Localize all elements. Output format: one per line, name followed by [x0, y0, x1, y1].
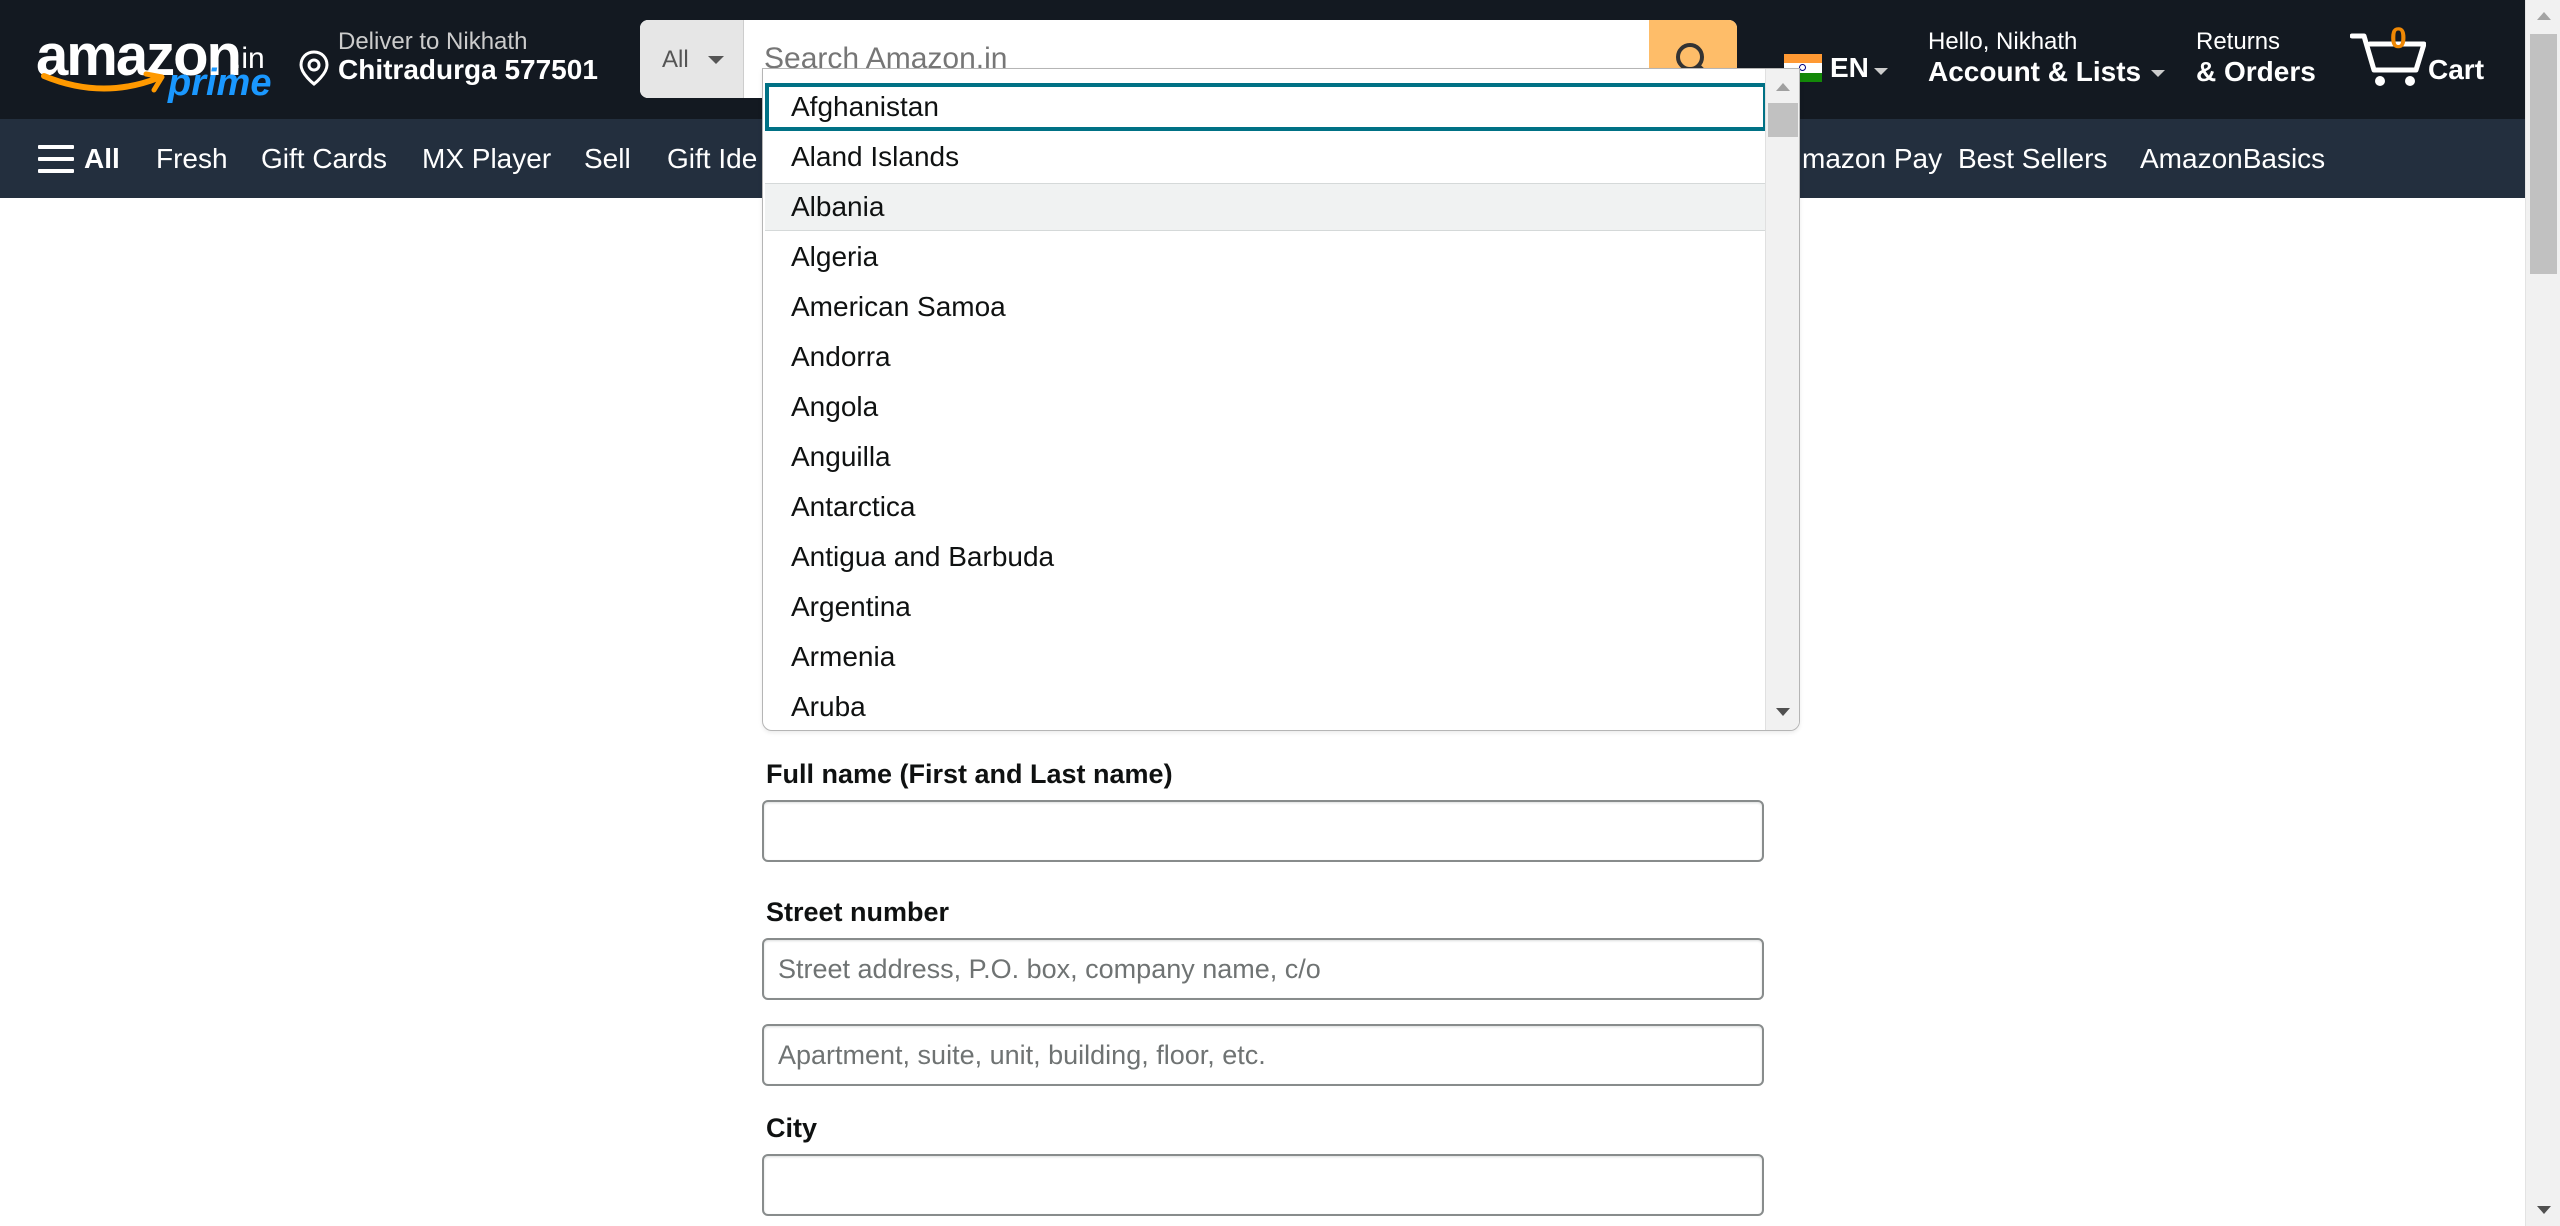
scroll-down-arrow-icon[interactable] — [2537, 1206, 2551, 1214]
amazon-prime-logo[interactable]: amazon .in prime — [34, 22, 271, 106]
account-greeting: Hello, Nikhath — [1928, 28, 2078, 55]
nav-item-mx-player[interactable]: MX Player — [422, 143, 551, 175]
country-option[interactable]: Argentina — [765, 583, 1767, 631]
full-name-field[interactable] — [762, 800, 1764, 862]
nav-item-sell[interactable]: Sell — [584, 143, 631, 175]
nav-item-amazon-pay[interactable]: mazon Pay — [1802, 143, 1942, 175]
account-label: Account & Lists — [1928, 56, 2142, 87]
language-code: EN — [1830, 52, 1869, 83]
dropdown-scrollbar[interactable] — [1765, 69, 1799, 730]
nav-item-fresh[interactable]: Fresh — [156, 143, 228, 175]
smile-arrow-icon — [41, 71, 165, 93]
city-label: City — [766, 1113, 818, 1143]
country-option[interactable]: Aland Islands — [765, 133, 1767, 181]
page-scrollbar-thumb[interactable] — [2530, 34, 2557, 274]
nav-item-amazonbasics[interactable]: AmazonBasics — [2140, 143, 2325, 175]
street-number-label: Street number — [766, 897, 950, 927]
chevron-down-icon — [708, 56, 724, 64]
chevron-down-icon — [2151, 70, 2166, 78]
country-option[interactable]: Albania — [765, 183, 1767, 231]
street-address-line2-field[interactable] — [762, 1024, 1764, 1086]
cart-button[interactable]: 0 Cart — [2350, 22, 2500, 92]
country-option[interactable]: Algeria — [765, 233, 1767, 281]
nav-item-gift-ideas[interactable]: Gift Ide — [667, 143, 757, 175]
returns-and-orders[interactable]: Returns & Orders — [2196, 28, 2316, 88]
country-option[interactable]: Antigua and Barbuda — [765, 533, 1767, 581]
orders-label: & Orders — [2196, 56, 2316, 87]
chevron-down-icon — [1874, 68, 1888, 75]
nav-item-best-sellers[interactable]: Best Sellers — [1958, 143, 2107, 175]
country-option[interactable]: American Samoa — [765, 283, 1767, 331]
cart-count: 0 — [2390, 22, 2407, 55]
country-option[interactable]: Aruba — [765, 683, 1767, 730]
hamburger-menu-icon — [38, 145, 74, 173]
location-pin-icon — [299, 50, 329, 86]
logo-prime: prime — [168, 62, 272, 104]
cart-label: Cart — [2428, 54, 2485, 85]
nav-item-gift-cards[interactable]: Gift Cards — [261, 143, 387, 175]
country-option[interactable]: Antarctica — [765, 483, 1767, 531]
scroll-down-arrow-icon[interactable] — [1776, 708, 1790, 716]
deliver-to-label: Deliver to Nikhath — [338, 28, 528, 55]
country-option[interactable]: Afghanistan — [765, 83, 1767, 131]
cart-icon — [2350, 33, 2426, 86]
scroll-up-arrow-icon[interactable] — [2537, 12, 2551, 20]
country-option[interactable]: Andorra — [765, 333, 1767, 381]
country-option[interactable]: Armenia — [765, 633, 1767, 681]
city-field[interactable] — [762, 1154, 1764, 1216]
returns-label: Returns — [2196, 28, 2281, 55]
country-option[interactable]: Angola — [765, 383, 1767, 431]
page-scrollbar[interactable] — [2525, 0, 2560, 1226]
all-menu-label: All — [84, 143, 120, 174]
search-category-select[interactable]: All — [640, 20, 744, 98]
country-option[interactable]: Anguilla — [765, 433, 1767, 481]
street-address-line1-field[interactable] — [762, 938, 1764, 1000]
deliver-location: Chitradurga 577501 — [338, 54, 598, 85]
search-category-label: All — [662, 46, 689, 73]
country-dropdown-list[interactable]: Afghanistan Aland Islands Albania Algeri… — [762, 68, 1800, 731]
account-and-lists[interactable]: Hello, Nikhath Account & Lists — [1928, 28, 2166, 88]
scroll-up-arrow-icon[interactable] — [1776, 83, 1790, 91]
dropdown-scrollbar-thumb[interactable] — [1768, 103, 1798, 137]
full-name-label: Full name (First and Last name) — [766, 759, 1173, 789]
